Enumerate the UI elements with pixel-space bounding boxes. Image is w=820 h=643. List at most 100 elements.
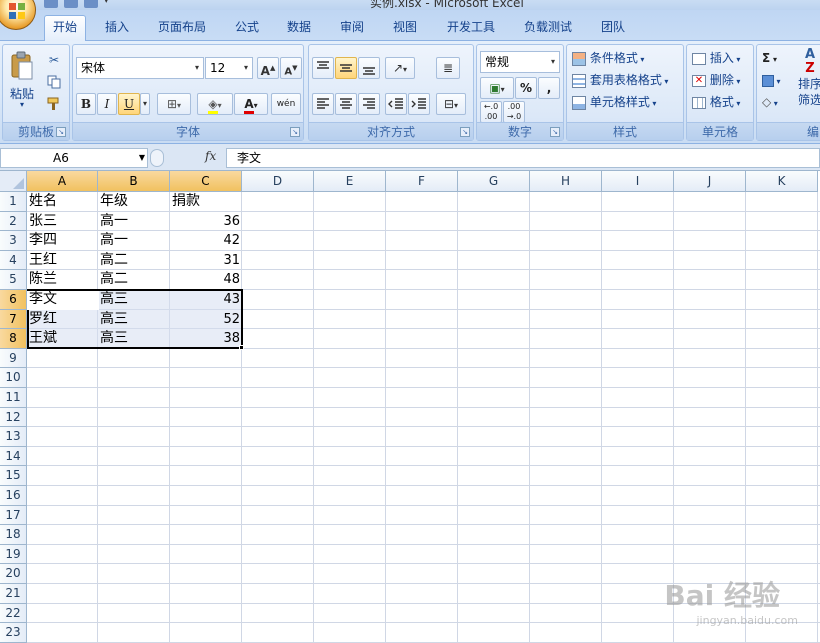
row-header-18[interactable]: 18: [0, 525, 27, 545]
row-header-23[interactable]: 23: [0, 623, 27, 643]
cell-a7[interactable]: 罗红: [27, 310, 98, 329]
worksheet-grid[interactable]: ABCDEFGHIJK 1 2 3 4 5 6 7 8 9 10 11 12 13 14 15 16 17 18 1…: [0, 171, 820, 643]
row-header-17[interactable]: 17: [0, 505, 27, 526]
column-header-j[interactable]: J: [674, 171, 746, 192]
cell-c5[interactable]: 48: [170, 270, 242, 289]
clear-button[interactable]: ◇ ▾: [761, 91, 791, 111]
conditional-formatting-button[interactable]: 条件格式 ▾: [571, 47, 681, 67]
row-header-2[interactable]: 2: [0, 211, 27, 232]
delete-cells-button[interactable]: ✕ 删除 ▾: [691, 69, 753, 89]
sort-filter-button[interactable]: AZ 排序 筛选: [793, 47, 820, 113]
alignment-launcher-icon[interactable]: ↘: [460, 127, 470, 137]
column-header-c[interactable]: C: [170, 171, 242, 192]
column-header-i[interactable]: I: [602, 171, 674, 192]
tab-data[interactable]: 数据: [278, 16, 320, 40]
underline-dropdown-icon[interactable]: ▾: [140, 93, 150, 115]
decrease-decimal-button[interactable]: .00 →.0: [503, 101, 525, 123]
paste-button[interactable]: 粘贴 ▾: [5, 47, 39, 117]
column-header-h[interactable]: H: [530, 171, 602, 192]
font-launcher-icon[interactable]: ↘: [290, 127, 300, 137]
undo-icon[interactable]: [64, 0, 78, 8]
shrink-font-button[interactable]: A▼: [280, 57, 302, 79]
tab-insert[interactable]: 插入: [96, 16, 138, 40]
row-header-6[interactable]: 6: [0, 290, 27, 310]
row-header-20[interactable]: 20: [0, 564, 27, 584]
tab-developer[interactable]: 开发工具: [440, 16, 502, 40]
align-left-button[interactable]: [312, 93, 334, 115]
row-header-5[interactable]: 5: [0, 270, 27, 290]
formula-input[interactable]: 李文: [226, 148, 820, 168]
column-header-d[interactable]: D: [242, 171, 314, 192]
tab-review[interactable]: 审阅: [331, 16, 373, 40]
format-as-table-button[interactable]: 套用表格格式 ▾: [571, 69, 681, 89]
name-box[interactable]: A6 ▼: [0, 148, 148, 168]
cell-b8[interactable]: 高三: [98, 329, 170, 348]
cell-b5[interactable]: 高二: [98, 270, 170, 289]
row-header-19[interactable]: 19: [0, 544, 27, 565]
select-all-button[interactable]: [0, 171, 27, 192]
cell-b7[interactable]: 高三: [98, 310, 170, 329]
row-header-16[interactable]: 16: [0, 486, 27, 506]
row-header-7[interactable]: 7: [0, 309, 27, 330]
italic-button[interactable]: I: [97, 93, 117, 115]
save-icon[interactable]: [44, 0, 58, 8]
formula-bar-splitter[interactable]: [150, 149, 164, 167]
row-header-9[interactable]: 9: [0, 348, 27, 369]
insert-cells-button[interactable]: 插入 ▾: [691, 47, 753, 67]
cell-a3[interactable]: 李四: [27, 231, 98, 250]
redo-icon[interactable]: [84, 0, 98, 8]
phonetic-button[interactable]: wén: [271, 93, 301, 115]
row-header-8[interactable]: 8: [0, 329, 27, 349]
autosum-button[interactable]: Σ ▾: [761, 47, 791, 67]
cell-a4[interactable]: 王红: [27, 251, 98, 270]
underline-button[interactable]: U: [118, 93, 140, 115]
fill-color-button[interactable]: ◈▾: [197, 93, 233, 115]
cell-b1[interactable]: 年级: [98, 192, 170, 211]
row-header-11[interactable]: 11: [0, 388, 27, 408]
increase-indent-button[interactable]: [408, 93, 430, 115]
font-name-select[interactable]: 宋体 ▾: [76, 57, 204, 79]
bold-button[interactable]: B: [76, 93, 96, 115]
cell-b3[interactable]: 高一: [98, 231, 170, 250]
row-header-3[interactable]: 3: [0, 231, 27, 251]
tab-formulas[interactable]: 公式: [226, 16, 268, 40]
font-color-button[interactable]: A▾: [234, 93, 268, 115]
tab-home[interactable]: 开始: [44, 15, 86, 41]
format-cells-button[interactable]: 格式 ▾: [691, 91, 753, 111]
column-header-f[interactable]: F: [386, 171, 458, 192]
number-launcher-icon[interactable]: ↘: [550, 127, 560, 137]
cell-c4[interactable]: 31: [170, 251, 242, 270]
column-header-e[interactable]: E: [314, 171, 386, 192]
accounting-format-button[interactable]: ▣▾: [480, 77, 514, 99]
cell-c8[interactable]: 38: [170, 329, 242, 348]
column-header-k[interactable]: K: [746, 171, 818, 192]
cell-c6[interactable]: 43: [170, 290, 242, 309]
row-header-12[interactable]: 12: [0, 407, 27, 428]
decrease-indent-button[interactable]: [385, 93, 407, 115]
borders-button[interactable]: ⊞▾: [157, 93, 191, 115]
format-painter-button[interactable]: [43, 93, 65, 113]
tab-team[interactable]: 团队: [592, 16, 634, 40]
cell-a5[interactable]: 陈兰: [27, 270, 98, 289]
row-header-22[interactable]: 22: [0, 603, 27, 624]
insert-function-icon[interactable]: fx: [205, 149, 216, 163]
align-center-button[interactable]: [335, 93, 357, 115]
font-size-select[interactable]: 12 ▾: [205, 57, 253, 79]
row-header-4[interactable]: 4: [0, 250, 27, 271]
column-header-a[interactable]: A: [27, 171, 98, 192]
cell-c2[interactable]: 36: [170, 212, 242, 231]
merge-center-button[interactable]: ⊟▾: [436, 93, 466, 115]
copy-button[interactable]: [43, 71, 65, 91]
cell-b4[interactable]: 高二: [98, 251, 170, 270]
align-top-button[interactable]: [312, 57, 334, 79]
tab-load-test[interactable]: 负载测试: [516, 16, 580, 40]
increase-decimal-button[interactable]: ←.0.00: [480, 101, 502, 123]
number-format-select[interactable]: 常规 ▾: [480, 51, 560, 73]
cell-styles-button[interactable]: 单元格样式 ▾: [571, 91, 681, 111]
grow-font-button[interactable]: A▲: [257, 57, 279, 79]
tab-page-layout[interactable]: 页面布局: [150, 16, 214, 40]
customize-qat-dropdown[interactable]: ▾: [104, 0, 114, 8]
cell-c7[interactable]: 52: [170, 310, 242, 329]
column-header-g[interactable]: G: [458, 171, 530, 192]
row-header-14[interactable]: 14: [0, 446, 27, 467]
